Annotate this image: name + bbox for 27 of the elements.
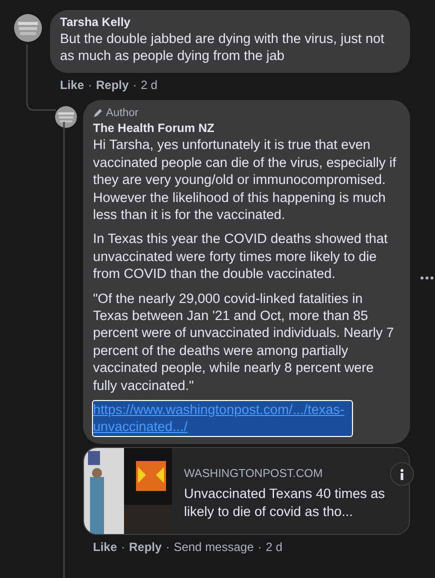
thread-line [26, 44, 56, 111]
comment-text: Hi Tarsha, yes unfortunately it is true that even vaccinated people can die of the virus, especially if they are very young/old or immunocompromised. However the likelihood of this happening is much less than it is for the vaccinated. [93, 136, 398, 224]
separator-dot: · [121, 538, 126, 556]
comment-text: But the double jabbed are dying with the virus, just not as much as people dying from the jab [60, 30, 386, 65]
avatar[interactable] [55, 106, 77, 128]
link-preview-card[interactable]: WASHINGTONPOST.COM Unvaccinated Texans 40 times as likely to die of covid as tho... [83, 446, 410, 535]
timestamp: 2 d [140, 76, 158, 94]
author-name[interactable]: Tarsha Kelly [60, 15, 400, 30]
author-label: Author [106, 106, 138, 121]
comment-text: "Of the nearly 29,000 covid-linked fatalities in Texas between Jan '21 and Oct, more than 85 percent were of unvaccinated individuals. Nearly 7 percent of the deaths were among partially vaccinated people, while nearly 8 percent were fully vaccinated." [93, 290, 395, 394]
separator-dot: · [132, 76, 137, 94]
action-link[interactable]: Reply [96, 76, 129, 94]
action-link[interactable]: Like [93, 538, 118, 556]
action-link[interactable]: Send message [174, 538, 254, 556]
action-link[interactable]: Reply [129, 538, 162, 556]
preview-source: WASHINGTONPOST.COM [184, 467, 324, 482]
separator-dot: · [166, 538, 170, 556]
pencil-icon [93, 108, 103, 118]
separator-dot: · [88, 76, 92, 94]
avatar[interactable] [14, 14, 42, 42]
preview-title: Unvaccinated Texans 40 times as likely to die of covid as tho... [184, 485, 386, 522]
separator-dot: · [258, 538, 262, 556]
timestamp: 2 d [266, 538, 282, 556]
more-icon[interactable] [420, 276, 434, 280]
author-name[interactable]: The Health Forum NZ [93, 121, 400, 136]
comment-text: In Texas this year the COVID deaths showed that unvaccinated were forty times more likely to die from COVID than the double vaccinated. [93, 230, 389, 283]
action-link[interactable]: Like [60, 76, 84, 94]
